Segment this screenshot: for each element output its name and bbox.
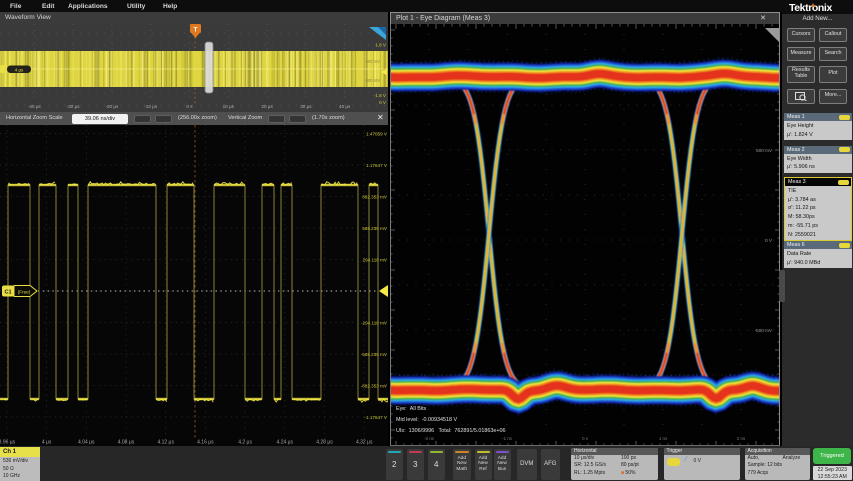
- svg-text:0 s: 0 s: [186, 104, 193, 109]
- svg-text:588.235 mV: 588.235 mV: [362, 226, 388, 231]
- svg-text:1.17647 V: 1.17647 V: [366, 163, 388, 168]
- svg-text:1.8 V: 1.8 V: [375, 43, 387, 48]
- svg-text:4.04 μs: 4.04 μs: [78, 440, 95, 446]
- svg-text:-1.17647 V: -1.17647 V: [365, 415, 388, 420]
- svg-text:UIs: 1306/9996 Total: 7628: UIs: 1306/9996 Total: 762891/5.01863e+06: [396, 428, 506, 434]
- svg-text:40 μs: 40 μs: [339, 104, 351, 109]
- svg-text:-10 μs: -10 μs: [144, 104, 158, 109]
- svg-text:2 ns: 2 ns: [737, 436, 746, 441]
- svg-text:294.118 mV: 294.118 mV: [363, 258, 388, 263]
- svg-text:Mid level: -0.00934518 V: Mid level: -0.00934518 V: [396, 417, 458, 423]
- svg-text:0 V: 0 V: [379, 100, 387, 105]
- svg-text:Eye: All Bits: Eye: All Bits: [396, 406, 427, 412]
- svg-text:-40 μs: -40 μs: [28, 104, 42, 109]
- svg-text:3.96 μs: 3.96 μs: [0, 440, 16, 446]
- svg-text:-2 ns: -2 ns: [424, 436, 435, 441]
- svg-text:-30 μs: -30 μs: [67, 104, 81, 109]
- svg-text:500 mV: 500 mV: [756, 148, 773, 153]
- svg-text:-500 mV: -500 mV: [755, 328, 773, 333]
- svg-text:4.32 μs: 4.32 μs: [356, 440, 373, 446]
- svg-text:4 μs: 4 μs: [42, 440, 52, 446]
- svg-text:-20 μs: -20 μs: [105, 104, 119, 109]
- svg-text:C1: C1: [4, 290, 11, 296]
- svg-text:-1.8 V: -1.8 V: [374, 93, 387, 98]
- svg-text:-294.118 mV: -294.118 mV: [361, 321, 388, 326]
- svg-text:4.24 μs: 4.24 μs: [277, 440, 294, 446]
- svg-text:20 μs: 20 μs: [261, 104, 273, 109]
- svg-text:30 μs: 30 μs: [300, 104, 312, 109]
- svg-text:4.12 μs: 4.12 μs: [157, 440, 174, 446]
- svg-text:1 ns: 1 ns: [659, 436, 668, 441]
- svg-text:-588.235 mV: -588.235 mV: [361, 352, 388, 357]
- svg-text:T: T: [194, 26, 198, 33]
- svg-text:0 V: 0 V: [765, 238, 773, 243]
- svg-text:-1 ns: -1 ns: [502, 436, 513, 441]
- svg-text:4 μs: 4 μs: [15, 67, 24, 72]
- svg-text:4.2 μs: 4.2 μs: [238, 440, 252, 446]
- svg-text:4.08 μs: 4.08 μs: [118, 440, 135, 446]
- svg-text:4.16 μs: 4.16 μs: [197, 440, 214, 446]
- svg-text:10 μs: 10 μs: [223, 104, 235, 109]
- svg-text:4.28 μs: 4.28 μs: [316, 440, 333, 446]
- svg-text:(Free): (Free): [18, 289, 31, 294]
- svg-text:0 s: 0 s: [582, 436, 589, 441]
- svg-text:-500 mV: -500 mV: [364, 78, 380, 83]
- svg-text:882.353 mV: 882.353 mV: [362, 195, 388, 200]
- svg-text:1.47059 V: 1.47059 V: [366, 132, 388, 137]
- svg-text:-882.353 mV: -882.353 mV: [361, 384, 388, 389]
- svg-text:500 mV: 500 mV: [366, 59, 381, 64]
